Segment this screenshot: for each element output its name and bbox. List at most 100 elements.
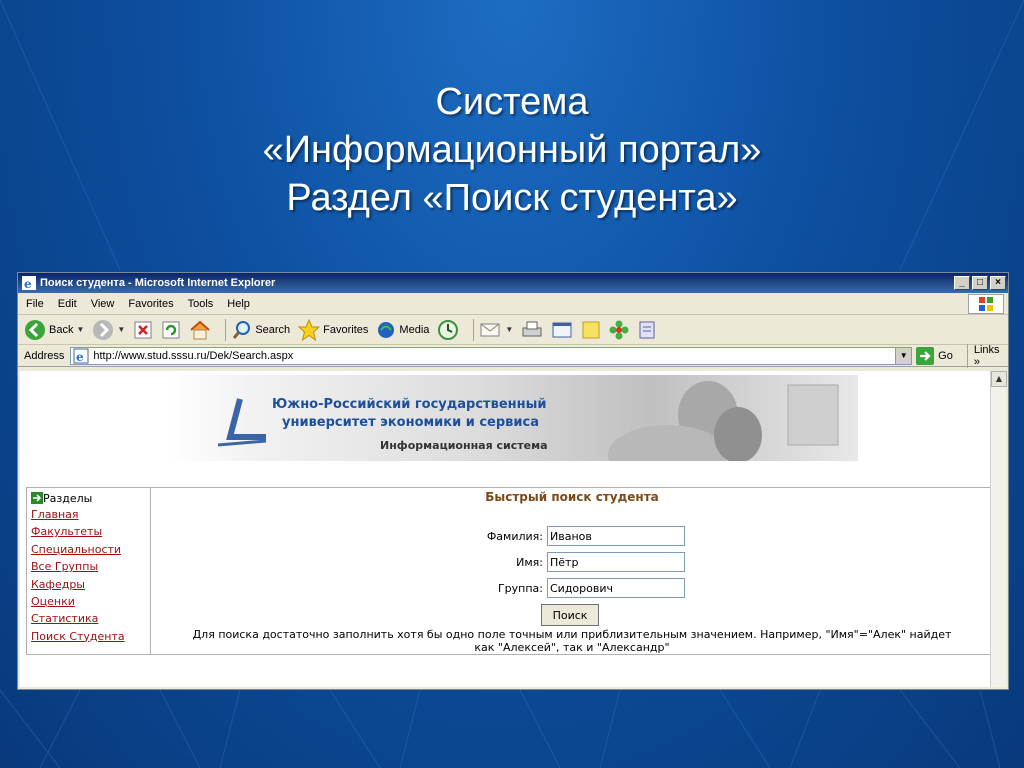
address-input[interactable]: e http://www.stud.sssu.ru/Dek/Search.asp… (70, 346, 913, 365)
research-icon (639, 321, 655, 338)
forward-button[interactable]: ▼ (92, 319, 125, 341)
search-icon (233, 320, 251, 339)
sections-label: Разделы (43, 491, 93, 505)
arrow-right-icon (31, 492, 43, 504)
page-content: Южно-Российский государственный универси… (20, 371, 992, 687)
close-button[interactable]: × (990, 276, 1006, 290)
slide-title-line2: «Информационный портал» (262, 129, 762, 171)
forward-dropdown-icon[interactable]: ▼ (117, 325, 125, 334)
menu-file[interactable]: File (26, 298, 44, 310)
name-field[interactable] (547, 552, 685, 572)
research-button[interactable] (637, 320, 657, 340)
slide-title-line1: Система (435, 81, 589, 123)
menu-view[interactable]: View (91, 298, 115, 310)
flower-icon (609, 320, 629, 339)
search-title: Быстрый поиск студента (485, 490, 659, 504)
maximize-button[interactable]: □ (972, 276, 988, 290)
sidebar-item-departments[interactable]: Кафедры (31, 576, 146, 593)
browser-window: e Поиск студента - Microsoft Internet Ex… (17, 272, 1009, 690)
address-label: Address (24, 349, 65, 362)
sidebar-item-grades[interactable]: Оценки (31, 593, 146, 610)
page-icon: e (73, 348, 89, 364)
history-icon (438, 319, 459, 340)
favorites-star-icon (298, 318, 321, 341)
back-button[interactable]: Back ▼ (24, 319, 84, 341)
surname-row: Фамилия: (403, 526, 685, 546)
slide-title: Система «Информационный портал» Раздел «… (0, 78, 1024, 222)
mail-dropdown-icon[interactable]: ▼ (505, 325, 513, 334)
go-arrow-icon (916, 346, 935, 365)
sidebar-item-specialties[interactable]: Специальности (31, 541, 146, 558)
search-submit-button[interactable]: Поиск (541, 604, 599, 626)
vertical-scrollbar[interactable]: ▲ (990, 371, 1007, 687)
go-label: Go (938, 349, 953, 362)
windows-logo-icon (968, 294, 1004, 314)
mail-button[interactable]: ▼ (480, 320, 513, 340)
university-name-line2: университет экономики и сервиса (282, 415, 539, 430)
home-icon (190, 320, 210, 339)
search-hint-line2: как "Алексей", так и "Александр" (474, 641, 670, 654)
edit-button[interactable] (551, 320, 573, 340)
name-label: Имя: (516, 555, 543, 569)
menu-tools[interactable]: Tools (188, 298, 214, 310)
edit-icon (552, 322, 572, 337)
history-button[interactable] (437, 319, 459, 341)
toolbar-separator (473, 318, 475, 341)
surname-label: Фамилия: (486, 529, 543, 543)
university-logo-icon (217, 398, 267, 447)
menu-edit[interactable]: Edit (58, 298, 77, 310)
refresh-icon (162, 321, 180, 338)
toolbar: Back ▼ ▼ Search Favorites Media ▼ (18, 315, 1008, 345)
menu-favorites[interactable]: Favorites (128, 298, 173, 310)
stop-button[interactable] (133, 320, 153, 340)
address-dropdown-icon[interactable]: ▼ (895, 347, 912, 364)
search-label: Search (255, 323, 291, 336)
sidebar: Разделы Главная Факультеты Специальности… (27, 488, 151, 654)
favorites-button[interactable]: Favorites (298, 318, 368, 341)
main-table: Разделы Главная Факультеты Специальности… (26, 487, 992, 655)
home-button[interactable] (189, 320, 211, 340)
group-row: Группа: (403, 578, 685, 598)
address-bar: Address e http://www.stud.sssu.ru/Dek/Se… (18, 343, 1008, 368)
go-button[interactable]: Go (916, 346, 953, 365)
menu-bar: File Edit View Favorites Tools Help (18, 293, 1008, 315)
system-name: Информационная система (380, 439, 548, 452)
discuss-button[interactable] (581, 320, 601, 340)
stop-icon (134, 321, 152, 338)
back-dropdown-icon[interactable]: ▼ (76, 325, 84, 334)
icq-button[interactable] (609, 320, 629, 340)
window-titlebar: e Поиск студента - Microsoft Internet Ex… (18, 273, 1008, 293)
links-button[interactable]: Links » (966, 343, 1008, 368)
group-label: Группа: (497, 581, 543, 595)
back-label: Back (49, 323, 74, 336)
svg-text:e: e (76, 350, 84, 364)
sections-header: Разделы (31, 490, 146, 506)
sidebar-item-home[interactable]: Главная (31, 506, 146, 523)
links-label: Links (973, 343, 1000, 356)
search-hint-line1: Для поиска достаточно заполнить хотя бы … (192, 628, 952, 641)
window-title: Поиск студента - Microsoft Internet Expl… (40, 277, 276, 289)
sidebar-item-faculties[interactable]: Факультеты (31, 523, 146, 540)
media-label: Media (399, 323, 430, 336)
surname-field[interactable] (547, 526, 685, 546)
sidebar-item-student-search[interactable]: Поиск Студента (31, 628, 146, 645)
slide-title-line3: Раздел «Поиск студента» (286, 177, 738, 219)
note-icon (582, 321, 600, 338)
address-url: http://www.stud.sssu.ru/Dek/Search.aspx (93, 349, 294, 362)
media-icon (378, 321, 395, 338)
university-banner: Южно-Российский государственный универси… (168, 375, 858, 461)
refresh-button[interactable] (161, 320, 181, 340)
banner-photo (608, 381, 839, 461)
group-field[interactable] (547, 578, 685, 598)
menu-help[interactable]: Help (227, 298, 250, 310)
minimize-button[interactable]: _ (954, 276, 970, 290)
scroll-up-icon[interactable]: ▲ (991, 371, 1007, 387)
print-button[interactable] (521, 320, 543, 340)
search-hint: Для поиска достаточно заполнить хотя бы … (157, 628, 987, 654)
search-button[interactable]: Search (232, 320, 290, 340)
sidebar-item-statistics[interactable]: Статистика (31, 610, 146, 627)
forward-arrow-icon (93, 319, 114, 340)
media-button[interactable]: Media (376, 320, 429, 340)
sidebar-item-all-groups[interactable]: Все Группы (31, 558, 146, 575)
svg-text:e: e (24, 277, 32, 290)
